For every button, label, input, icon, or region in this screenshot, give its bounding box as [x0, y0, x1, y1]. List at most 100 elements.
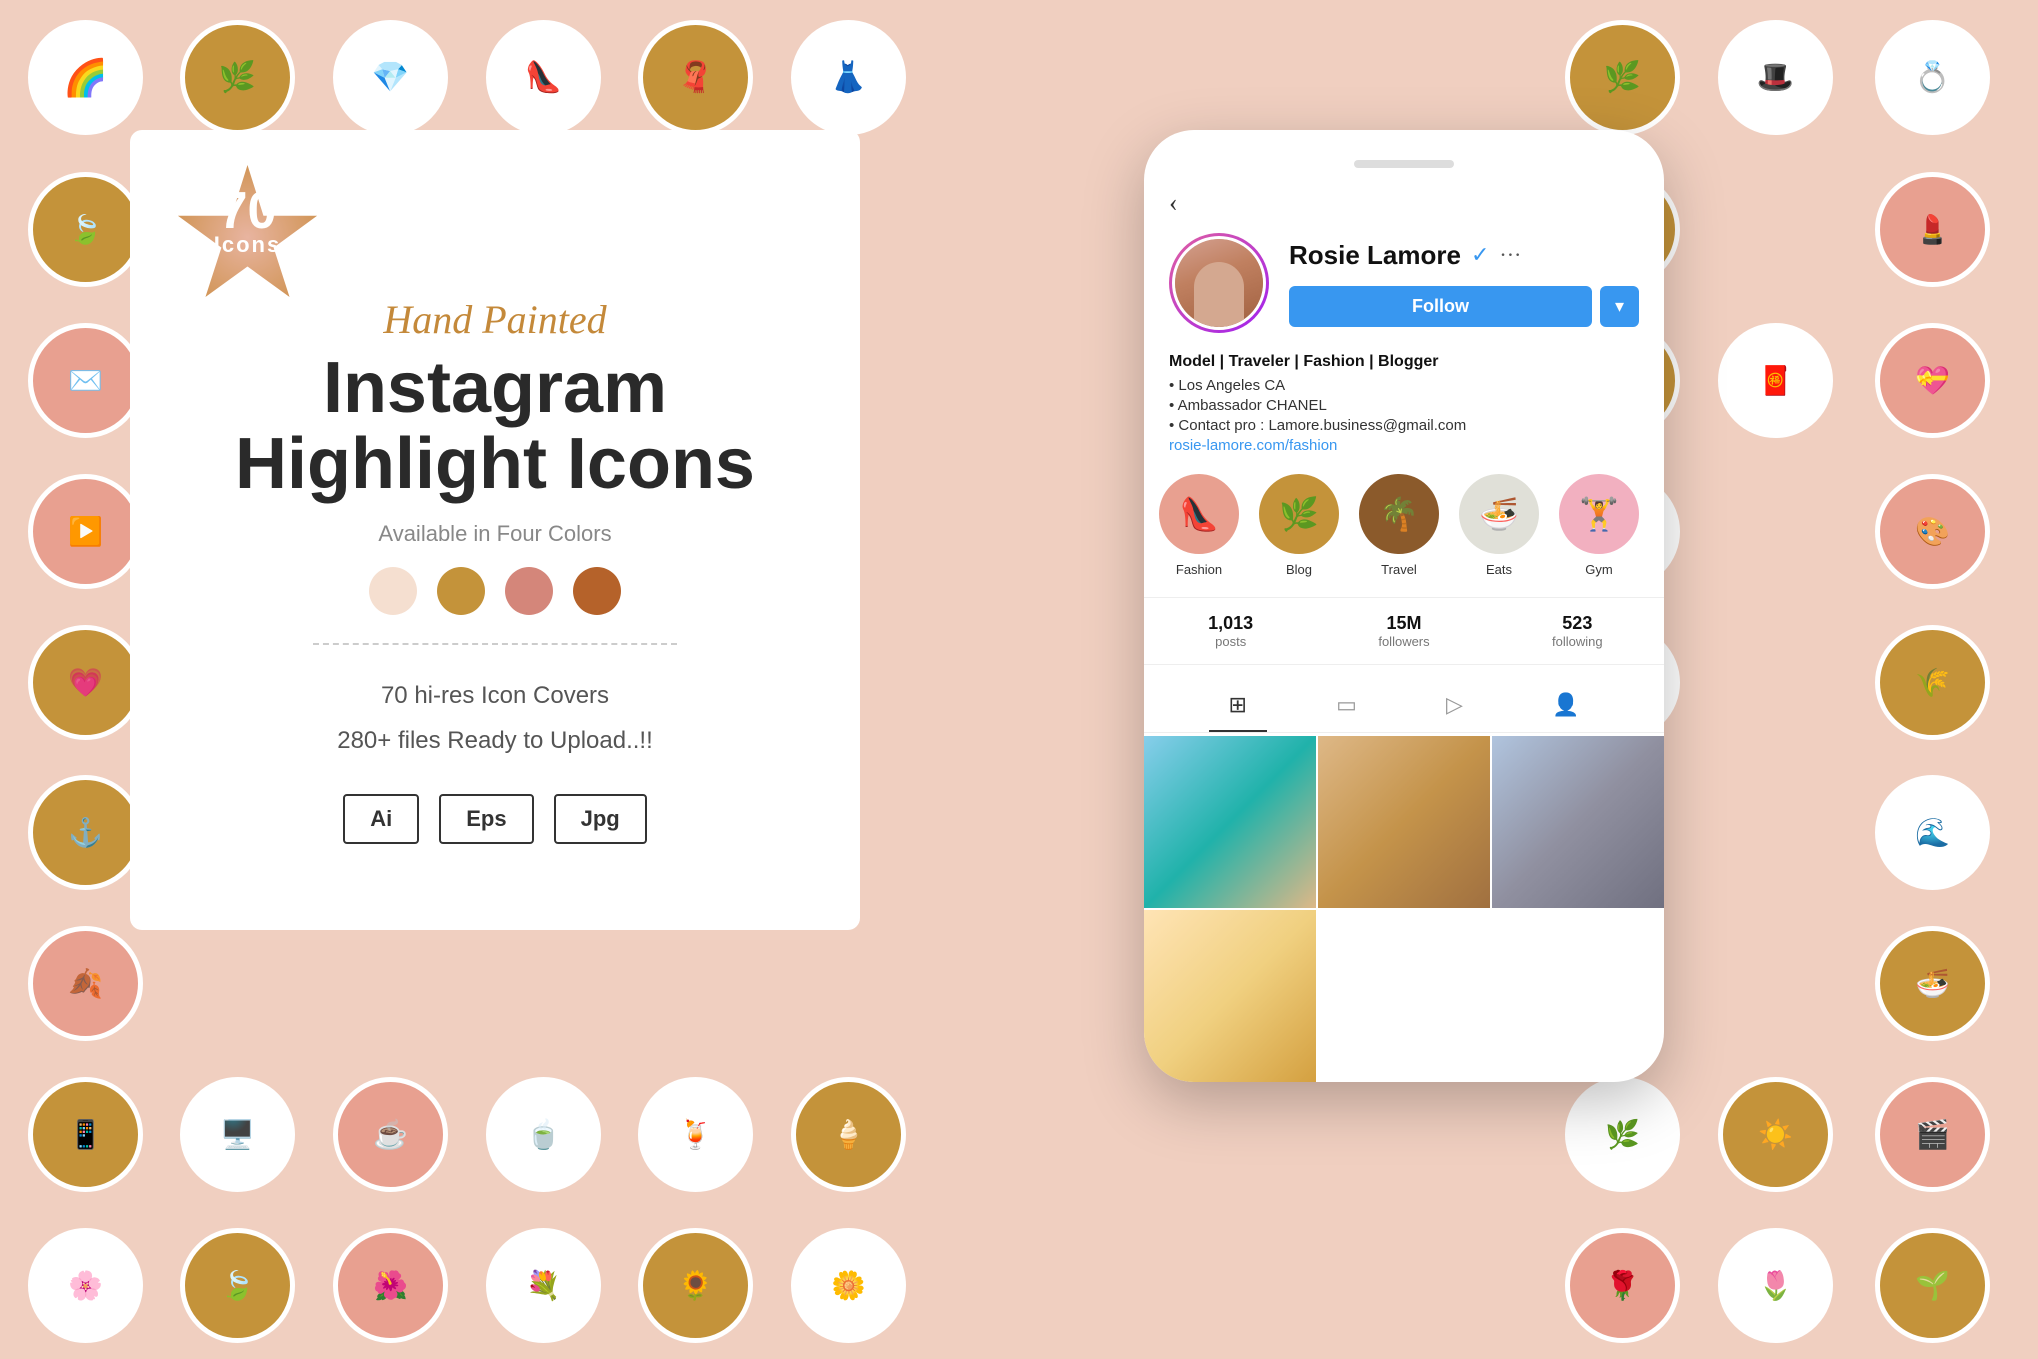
right-panel: ‹ Rosie Lamore ✓ [900, 130, 1908, 1082]
bio-line-1: • Los Angeles CA [1169, 377, 1639, 394]
circle-play: ▶️ [28, 474, 143, 589]
circle-leaf1: 🌿 [180, 20, 295, 135]
highlight-blog[interactable]: 🌿 Blog [1259, 474, 1339, 577]
circle-rainbow: 🌈 [28, 20, 143, 135]
subtitle: Available in Four Colors [235, 521, 755, 547]
highlight-label-blog: Blog [1286, 562, 1312, 577]
title-line2: Highlight Icons [235, 427, 755, 503]
avatar-ring [1169, 233, 1269, 333]
circle-nail: 🌿 [1565, 20, 1680, 135]
bio-line-2: • Ambassador CHANEL [1169, 397, 1639, 414]
circle-heart3: 💗 [28, 625, 143, 740]
phone-notch [1354, 160, 1454, 168]
format-badges: Ai Eps Jpg [235, 794, 755, 844]
circle-btm3: 🌺 [333, 1228, 448, 1343]
format-eps: Eps [439, 794, 533, 844]
circle-anchor: ⚓ [28, 775, 143, 890]
profile-bio: Model | Traveler | Fashion | Blogger • L… [1144, 353, 1664, 454]
highlight-label-eats: Eats [1486, 562, 1512, 577]
files-line2: 280+ files Ready to Upload..!! [235, 718, 755, 764]
format-ai: Ai [343, 794, 419, 844]
circle-cocktail: 🍹 [638, 1077, 753, 1192]
tab-grid[interactable]: ⊞ [1209, 680, 1267, 732]
tab-list[interactable]: ▭ [1316, 680, 1377, 732]
main-content: 70 Icons Hand Painted Instagram Highligh… [130, 130, 1908, 1082]
photo-portrait [1144, 910, 1316, 1082]
badge-container: 70 Icons [175, 165, 320, 310]
profile-header: Rosie Lamore ✓ ··· Follow ▾ [1144, 233, 1664, 333]
highlight-travel[interactable]: 🌴 Travel [1359, 474, 1439, 577]
color-gold [437, 567, 485, 615]
profile-name-row: Rosie Lamore ✓ ··· [1289, 240, 1639, 271]
circle-btm8: 🌷 [1718, 1228, 1833, 1343]
avatar-portrait [1175, 239, 1263, 327]
phone-back-btn[interactable]: ‹ [1144, 188, 1664, 218]
circle-sun: ☀️ [1718, 1077, 1833, 1192]
color-brown [573, 567, 621, 615]
follow-dropdown-button[interactable]: ▾ [1600, 286, 1639, 327]
circle-btm2: 🍃 [180, 1228, 295, 1343]
stat-following-number: 523 [1491, 613, 1664, 634]
highlight-fashion[interactable]: 👠 Fashion [1159, 474, 1239, 577]
stat-following-label: following [1491, 634, 1664, 649]
title-line1: Instagram [235, 351, 755, 427]
stat-posts-label: posts [1144, 634, 1317, 649]
badge-number: 70 [175, 185, 320, 237]
highlight-label-fashion: Fashion [1176, 562, 1222, 577]
highlight-circle-gym: 🏋️ [1559, 474, 1639, 554]
photo-grid [1144, 736, 1664, 1082]
circle-leaf5: 🍂 [28, 926, 143, 1041]
highlight-label-gym: Gym [1585, 562, 1612, 577]
files-line1: 70 hi-res Icon Covers [235, 673, 755, 719]
highlight-circle-fashion: 👠 [1159, 474, 1239, 554]
highlights-row: 👠 Fashion 🌿 Blog 🌴 Travel 🍜 Eats 🏋️ [1144, 474, 1664, 577]
tab-reels[interactable]: ▷ [1426, 680, 1483, 732]
circle-btm5: 🌻 [638, 1228, 753, 1343]
tab-tagged[interactable]: 👤 [1532, 680, 1599, 732]
panel-content: Hand Painted Instagram Highlight Icons A… [235, 296, 755, 843]
left-panel: 70 Icons Hand Painted Instagram Highligh… [130, 130, 860, 930]
circle-diamond: 💎 [333, 20, 448, 135]
circle-ring: 💍 [1875, 20, 1990, 135]
bio-link[interactable]: rosie-lamore.com/fashion [1169, 437, 1639, 454]
circle-btm6: 🌼 [791, 1228, 906, 1343]
circle-leaf6: 🌿 [1565, 1077, 1680, 1192]
stats-row: 1,013 posts 15M followers 523 following [1144, 597, 1664, 665]
circle-btm1: 🌸 [28, 1228, 143, 1343]
bio-title: Model | Traveler | Fashion | Blogger [1169, 353, 1639, 371]
circle-btm7: 🌹 [1565, 1228, 1680, 1343]
photo-cell-4 [1144, 910, 1316, 1082]
badge-label: Icons [175, 232, 320, 258]
color-cream [369, 567, 417, 615]
stat-following: 523 following [1491, 598, 1664, 664]
grid-tabs: ⊞ ▭ ▷ 👤 [1144, 680, 1664, 733]
photo-fashion-closet [1492, 736, 1664, 908]
circle-monitor: 🖥️ [180, 1077, 295, 1192]
circle-dress: 👗 [791, 20, 906, 135]
highlight-gym[interactable]: 🏋️ Gym [1559, 474, 1639, 577]
color-rose [505, 567, 553, 615]
phone-mockup: ‹ Rosie Lamore ✓ [1144, 130, 1664, 1082]
highlight-circle-travel: 🌴 [1359, 474, 1439, 554]
highlight-circle-eats: 🍜 [1459, 474, 1539, 554]
divider [313, 643, 677, 645]
circle-phone: 📱 [28, 1077, 143, 1192]
stat-followers-label: followers [1317, 634, 1490, 649]
circle-hat: 🎩 [1718, 20, 1833, 135]
color-palette [235, 567, 755, 615]
follow-button[interactable]: Follow [1289, 286, 1592, 327]
stat-followers: 15M followers [1317, 598, 1490, 664]
profile-name: Rosie Lamore [1289, 240, 1461, 271]
circle-btm9: 🌱 [1875, 1228, 1990, 1343]
stat-posts-number: 1,013 [1144, 613, 1317, 634]
circle-leaf2: 🍃 [28, 172, 143, 287]
highlight-eats[interactable]: 🍜 Eats [1459, 474, 1539, 577]
circle-coffee: ☕ [333, 1077, 448, 1192]
circle-email: ✉️ [28, 323, 143, 438]
profile-name-section: Rosie Lamore ✓ ··· Follow ▾ [1289, 240, 1639, 327]
circle-btm4: 💐 [486, 1228, 601, 1343]
format-jpg: Jpg [554, 794, 647, 844]
more-options-icon[interactable]: ··· [1499, 242, 1521, 268]
bio-line-3: • Contact pro : Lamore.business@gmail.co… [1169, 417, 1639, 434]
photo-cell-1 [1144, 736, 1316, 908]
